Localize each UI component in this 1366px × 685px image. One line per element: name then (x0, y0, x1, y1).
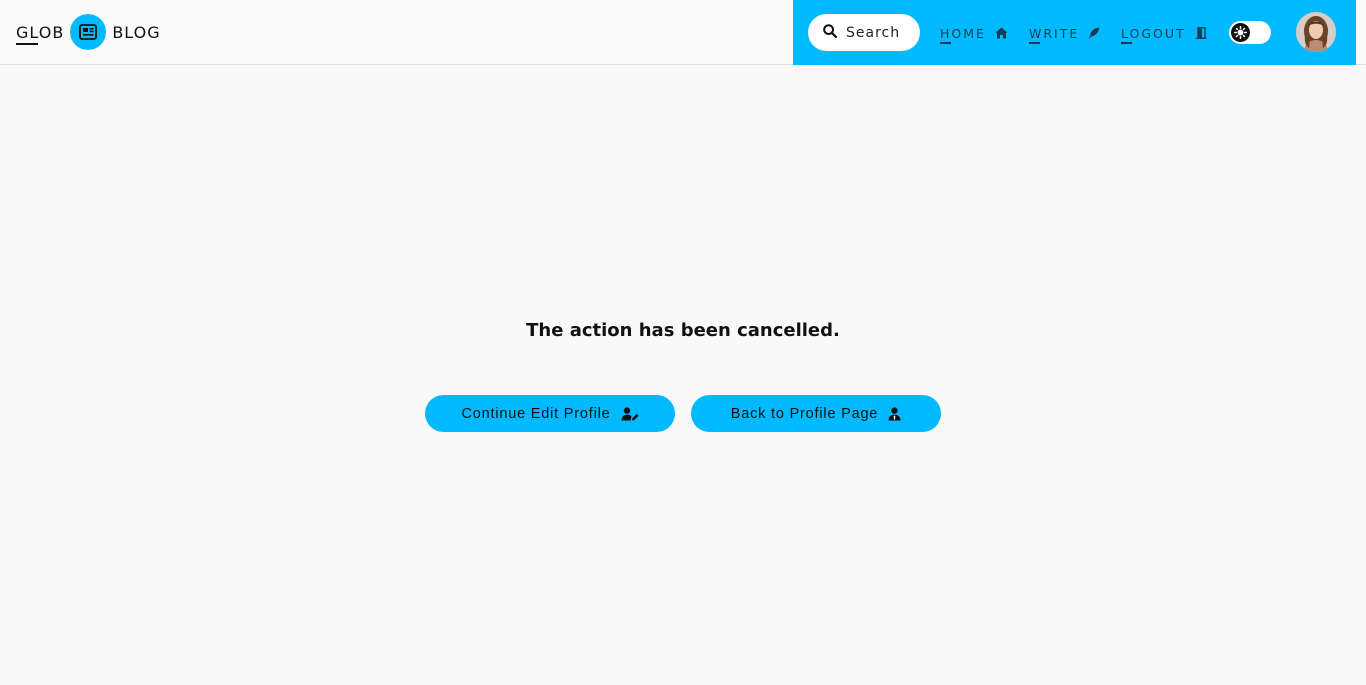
search-label: Search (846, 24, 901, 41)
door-exit-icon (1195, 27, 1207, 39)
user-edit-icon (621, 406, 639, 421)
home-icon (995, 27, 1008, 39)
brand-text-left: GLOB (16, 22, 65, 45)
top-navbar: GLOB BLOG Search HOME WRITE LOGOUT (0, 0, 1366, 65)
nav-home-link[interactable]: HOME (940, 24, 1008, 44)
continue-edit-profile-button[interactable]: Continue Edit Profile (425, 395, 675, 432)
nav-logout-label: LOGOUT (1121, 25, 1186, 44)
brand-logo-link[interactable]: GLOB BLOG (16, 14, 161, 50)
search-icon (823, 23, 838, 42)
brand-text-right: BLOG (112, 22, 161, 42)
newspaper-icon (70, 14, 107, 50)
back-to-profile-label: Back to Profile Page (730, 405, 879, 422)
sun-gear-icon (1231, 23, 1250, 42)
nav-panel: Search HOME WRITE LOGOUT (793, 0, 1356, 65)
feather-icon (1088, 27, 1100, 39)
user-avatar[interactable] (1296, 12, 1336, 52)
search-button[interactable]: Search (808, 14, 920, 51)
nav-write-link[interactable]: WRITE (1029, 24, 1100, 44)
nav-write-label: WRITE (1029, 25, 1080, 44)
status-message: The action has been cancelled. (526, 320, 840, 341)
nav-home-label: HOME (940, 25, 986, 44)
nav-logout-link[interactable]: LOGOUT (1121, 24, 1207, 44)
back-to-profile-button[interactable]: Back to Profile Page (691, 395, 941, 432)
continue-edit-profile-label: Continue Edit Profile (461, 405, 611, 422)
user-tie-icon (888, 406, 901, 421)
theme-toggle[interactable] (1229, 21, 1271, 44)
